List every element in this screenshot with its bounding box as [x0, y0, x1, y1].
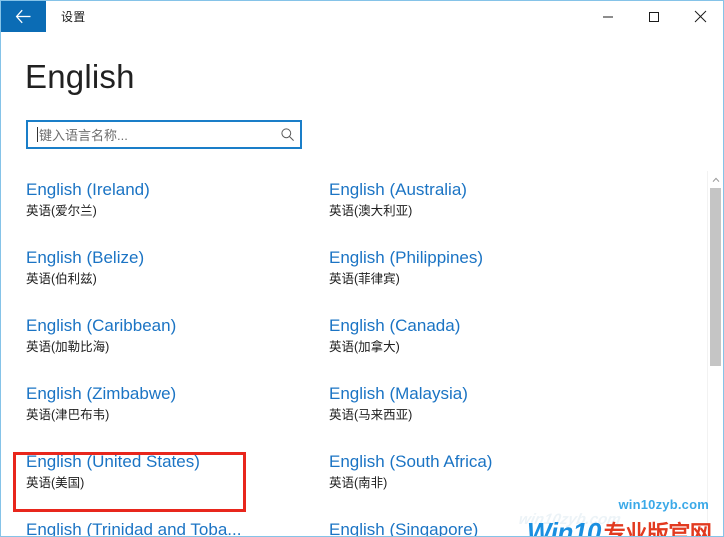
list-item[interactable]: English (Singapore): [329, 519, 723, 537]
list-item[interactable]: English (Belize) 英语(伯利兹): [26, 247, 329, 315]
language-name-en: English (South Africa): [329, 452, 493, 471]
close-icon: [694, 10, 707, 23]
maximize-button[interactable]: [631, 1, 677, 32]
language-list-area: English (Ireland) 英语(爱尔兰) English (Austr…: [1, 171, 723, 537]
language-name-zh: 英语(马来西亚): [329, 408, 413, 422]
minimize-button[interactable]: [585, 1, 631, 32]
title-bar: 设置: [1, 1, 723, 32]
list-item[interactable]: English (Ireland) 英语(爱尔兰): [26, 179, 329, 247]
language-name-zh: 英语(美国): [26, 476, 85, 490]
language-name-en: English (Malaysia): [329, 384, 468, 403]
window-controls: [585, 1, 723, 32]
list-item[interactable]: English (South Africa) 英语(南非): [329, 451, 723, 519]
language-name-en: English (Belize): [26, 248, 145, 267]
scrollbar-thumb[interactable]: [710, 188, 721, 366]
search-input[interactable]: 键入语言名称...: [26, 120, 302, 149]
search-placeholder: 键入语言名称...: [39, 128, 128, 143]
language-name-en: English (Australia): [329, 180, 467, 199]
minimize-icon: [602, 11, 614, 23]
language-name-zh: 英语(加勒比海): [26, 340, 110, 354]
back-arrow-icon: [15, 9, 32, 24]
list-item[interactable]: English (Australia) 英语(澳大利亚): [329, 179, 723, 247]
title-bar-drag-region[interactable]: [86, 1, 585, 32]
search-icon[interactable]: [274, 127, 300, 142]
language-name-en: English (Zimbabwe): [26, 384, 177, 403]
language-name-en: English (Trinidad and Toba...: [26, 520, 242, 537]
language-name-en: English (Ireland): [26, 180, 150, 199]
list-item[interactable]: English (Philippines) 英语(菲律宾): [329, 247, 723, 315]
back-button[interactable]: [1, 1, 46, 32]
language-name-en: English (United States): [26, 452, 200, 471]
language-name-en: English (Singapore): [329, 520, 479, 537]
window-title: 设置: [61, 10, 86, 24]
language-name-zh: 英语(加拿大): [329, 340, 400, 354]
vertical-scrollbar[interactable]: [707, 171, 723, 536]
page-title: English: [25, 58, 135, 95]
language-name-zh: 英语(南非): [329, 476, 388, 490]
list-item[interactable]: English (Malaysia) 英语(马来西亚): [329, 383, 723, 451]
language-name-en: English (Canada): [329, 316, 461, 335]
language-name-zh: 英语(伯利兹): [26, 272, 97, 286]
language-name-en: English (Philippines): [329, 248, 484, 267]
language-name-zh: 英语(菲律宾): [329, 272, 400, 286]
settings-window: 设置 English 键入语言名称... English (Ireland) 英…: [0, 0, 724, 537]
language-list: English (Ireland) 英语(爱尔兰) English (Austr…: [1, 171, 723, 537]
list-item[interactable]: English (Canada) 英语(加拿大): [329, 315, 723, 383]
list-item-english-united-states[interactable]: English (United States) 英语(美国): [26, 451, 329, 519]
language-name-zh: 英语(澳大利亚): [329, 204, 413, 218]
list-item[interactable]: English (Caribbean) 英语(加勒比海): [26, 315, 329, 383]
maximize-icon: [648, 11, 660, 23]
close-button[interactable]: [677, 1, 723, 32]
language-name-zh: 英语(津巴布韦): [26, 408, 110, 422]
scroll-up-button[interactable]: [708, 171, 723, 186]
language-name-en: English (Caribbean): [26, 316, 177, 335]
list-item[interactable]: English (Trinidad and Toba...: [26, 519, 329, 537]
language-name-zh: 英语(爱尔兰): [26, 204, 97, 218]
list-item[interactable]: English (Zimbabwe) 英语(津巴布韦): [26, 383, 329, 451]
